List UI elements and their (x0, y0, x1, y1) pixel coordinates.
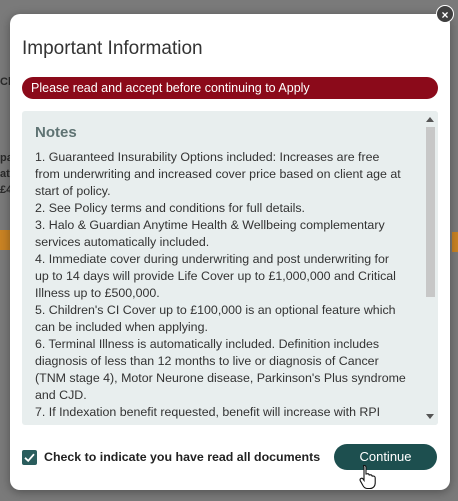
notes-content: Notes 1. Guaranteed Insurability Options… (35, 124, 415, 421)
note-line: (TNM stage 4), Motor Neurone disease, Pa… (35, 371, 406, 385)
note-line: 5. Children's CI Cover up to £100,000 is… (35, 303, 396, 317)
notes-panel[interactable]: Notes 1. Guaranteed Insurability Options… (22, 111, 438, 425)
note-line: 4. Immediate cover during underwriting a… (35, 252, 390, 266)
note-line: 1. Guaranteed Insurability Options inclu… (35, 150, 380, 164)
background-orange-bar (452, 232, 458, 252)
note-line: from underwriting and increased cover pr… (35, 167, 401, 181)
check-icon (24, 453, 35, 463)
note-line: diagnosis of less than 12 months to live… (35, 354, 379, 368)
note-line: and CJD. (35, 388, 87, 402)
note-line: Illness up to £500,000. (35, 286, 160, 300)
note-line: can be included when applying. (35, 320, 208, 334)
note-line: 7. If Indexation benefit requested, bene… (35, 405, 381, 419)
checkbox-label[interactable]: Check to indicate you have read all docu… (44, 450, 320, 464)
continue-button[interactable]: Continue (334, 444, 437, 470)
note-line: up to 14 days will provide Life Cover up… (35, 269, 396, 283)
note-line: 6. Terminal Illness is automatically inc… (35, 337, 380, 351)
notes-heading: Notes (35, 124, 77, 141)
close-icon: × (441, 8, 449, 22)
scroll-up-arrow-icon[interactable] (426, 117, 434, 122)
notes-scrollbar[interactable] (422, 111, 438, 425)
close-button[interactable]: × (436, 5, 454, 23)
read-documents-checkbox[interactable] (22, 450, 37, 465)
background-orange-bar (0, 230, 10, 250)
scroll-thumb[interactable] (426, 127, 435, 297)
alert-banner: Please read and accept before continuing… (22, 77, 438, 99)
background-text-fragment: at (0, 168, 10, 180)
important-information-modal: Important Information Please read and ac… (10, 14, 450, 490)
modal-title: Important Information (22, 38, 203, 59)
note-line: 2. See Policy terms and conditions for f… (35, 201, 305, 215)
scroll-down-arrow-icon[interactable] (426, 414, 434, 419)
note-line: services automatically included. (35, 235, 210, 249)
note-line: start of policy. (35, 184, 111, 198)
note-line: 3. Halo & Guardian Anytime Health & Well… (35, 218, 385, 232)
hand-pointer-icon (359, 464, 376, 490)
